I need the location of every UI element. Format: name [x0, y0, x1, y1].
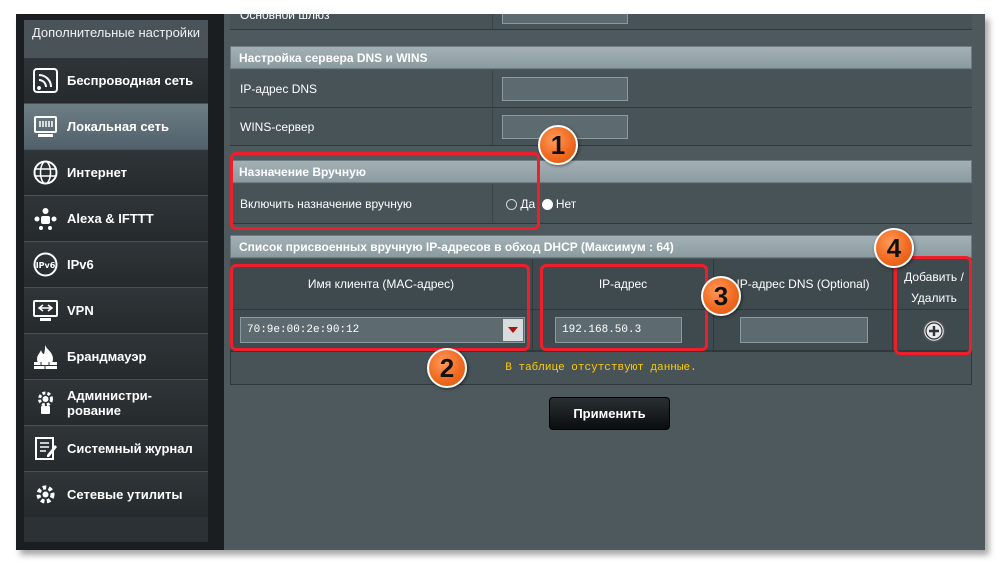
vpn-icon [33, 300, 58, 321]
col-dns-header: IP-адрес DNS (Optional) [736, 277, 870, 291]
column-divider [492, 108, 493, 145]
sidebar: Дополнительные настройки Беспроводная се… [24, 20, 208, 542]
sidebar-item-wireless[interactable]: Беспроводная сеть [24, 57, 208, 103]
main-content: Основной шлюз Настройка сервера DNS и WI… [224, 14, 985, 550]
highlight-box-add [894, 256, 972, 355]
step-badge-4: 4 [874, 228, 914, 268]
column-divider [532, 310, 533, 350]
gateway-input[interactable] [502, 14, 628, 24]
step-badge-3: 3 [701, 276, 741, 316]
sidebar-item-ipv6[interactable]: IPv6 IPv6 [24, 241, 208, 287]
sidebar-item-firewall[interactable]: Брандмауэр [24, 333, 208, 379]
dns-optional-input[interactable] [740, 317, 868, 343]
column-divider [713, 310, 714, 350]
dns-row: IP-адрес DNS [230, 70, 972, 108]
highlight-box-manual [230, 152, 540, 230]
empty-table-row: В таблице отсутствуют данные. [230, 351, 972, 385]
sidebar-item-label: Интернет [67, 165, 128, 180]
sidebar-item-label: Администри- рование [67, 387, 152, 418]
sidebar-item-administration[interactable]: Администри- рование [24, 379, 208, 425]
sidebar-item-label: Alexa & IFTTT [67, 211, 154, 226]
wins-row: WINS-сервер [230, 108, 972, 146]
dns-section-title: Настройка сервера DNS и WINS [230, 46, 972, 69]
sidebar-item-label: IPv6 [67, 257, 94, 272]
wifi-icon [33, 68, 58, 93]
admin-gear-icon [38, 391, 53, 414]
gateway-row: Основной шлюз [230, 14, 972, 30]
wins-label: WINS-сервер [240, 120, 315, 134]
sidebar-item-network-tools[interactable]: Сетевые утилиты [24, 471, 208, 517]
ipv6-icon: IPv6 [33, 252, 58, 277]
sidebar-item-label: Брандмауэр [67, 349, 147, 364]
step-badge-1: 1 [538, 125, 578, 165]
log-icon [35, 437, 57, 460]
dns-input[interactable] [502, 77, 628, 101]
empty-table-message: В таблице отсутствуют данные. [505, 362, 697, 374]
highlight-box-client [230, 264, 530, 351]
sidebar-item-label: Сетевые утилиты [67, 487, 183, 502]
step-badge-2: 2 [427, 348, 467, 388]
sidebar-item-label: Системный журнал [67, 441, 193, 456]
router-admin-window: Дополнительные настройки Беспроводная се… [16, 14, 985, 550]
column-divider [892, 310, 893, 350]
radio-no[interactable] [541, 199, 553, 211]
alexa-icon [34, 208, 57, 230]
sidebar-item-label: VPN [67, 303, 94, 318]
firewall-icon [34, 345, 57, 369]
highlight-box-ip [540, 264, 708, 351]
svg-text:IPv6: IPv6 [36, 261, 56, 270]
dns-label: IP-адрес DNS [240, 82, 318, 96]
globe-icon [33, 160, 58, 185]
apply-button[interactable]: Применить [549, 397, 670, 430]
column-divider [492, 14, 493, 29]
sidebar-item-lan[interactable]: Локальная сеть [24, 103, 208, 149]
gateway-label: Основной шлюз [240, 14, 330, 22]
radio-no-label: Нет [555, 197, 577, 211]
sidebar-header: Дополнительные настройки [24, 20, 208, 57]
sidebar-item-syslog[interactable]: Системный журнал [24, 425, 208, 471]
tools-icon [36, 485, 55, 504]
sidebar-item-alexa[interactable]: Alexa & IFTTT [24, 195, 208, 241]
sidebar-item-vpn[interactable]: VPN [24, 287, 208, 333]
column-divider [492, 70, 493, 107]
sidebar-item-label: Беспроводная сеть [67, 73, 194, 88]
sidebar-item-internet[interactable]: Интернет [24, 149, 208, 195]
lan-icon [34, 116, 57, 137]
dhcp-list-title: Список присвоенных вручную IP-адресов в … [230, 235, 972, 258]
sidebar-item-label: Локальная сеть [67, 119, 169, 134]
